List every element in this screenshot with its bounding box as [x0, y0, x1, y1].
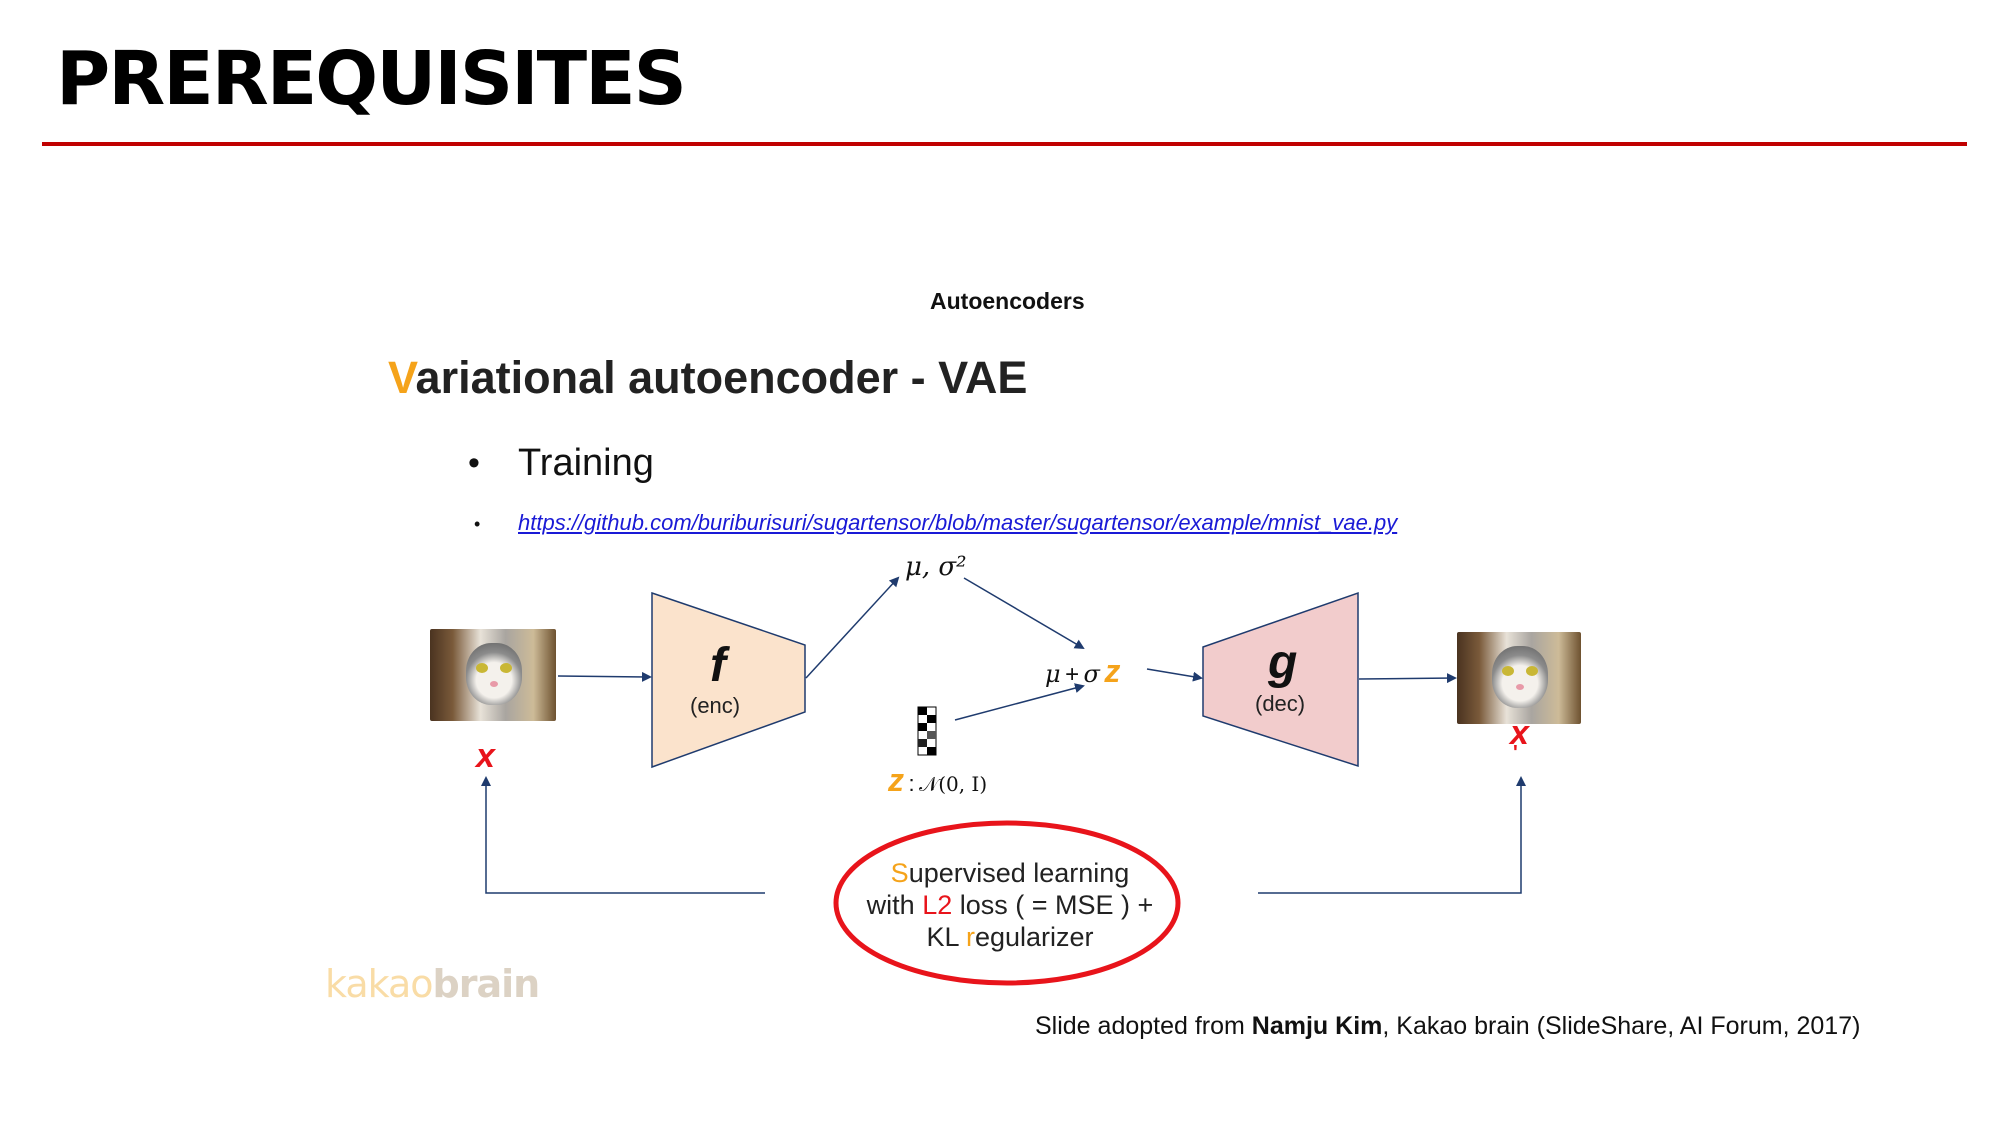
arrow-params-to-sample [963, 577, 1085, 650]
slide-credit: Slide adopted from Namju Kim, Kakao brai… [1035, 1012, 1860, 1041]
cat-eye [500, 663, 512, 673]
cat-face [466, 643, 522, 705]
loss-arrow-to-output [1258, 776, 1526, 894]
loss-description: Supervised learning with L2 loss ( = MSE… [835, 857, 1185, 953]
reparam-label: μ + σ z [1045, 653, 1120, 690]
z-symbol: z [1104, 653, 1121, 689]
noise-label: z : 𝒩(0, I) [888, 762, 987, 799]
output-prime-mark: ' [1513, 742, 1518, 764]
credit-suffix: , Kakao brain (SlideShare, AI Forum, 201… [1382, 1012, 1861, 1040]
loss-line-3-rest: egularizer [974, 922, 1094, 952]
credit-author: Namju Kim [1251, 1012, 1383, 1040]
encoder-letter: f [710, 639, 726, 692]
cat-eye [1526, 666, 1538, 676]
arrow-noise-to-sample [954, 683, 1085, 721]
loss-line-3: KL regularizer [835, 921, 1185, 953]
encoder-sublabel: (enc) [690, 693, 741, 718]
arrow-input-to-encoder [557, 671, 652, 682]
input-x-label: x [476, 737, 495, 775]
loss-line-2-rest: loss ( = MSE ) + [952, 890, 1154, 920]
arrow-decoder-to-output [1358, 673, 1457, 684]
cat-eye [476, 663, 488, 673]
sigma-symbol: σ [1083, 660, 1100, 688]
decoder-letter: g [1268, 636, 1298, 689]
arrow-encoder-to-params [805, 576, 900, 679]
loss-line-3-pre: KL [926, 922, 966, 952]
loss-line-2-pre: with [866, 890, 923, 920]
params-label: μ, σ² [905, 552, 967, 582]
loss-arrow-to-input [481, 776, 765, 894]
vae-diagram [481, 576, 1526, 986]
arrow-sample-to-decoder [1146, 668, 1203, 682]
plus-symbol: + [1065, 661, 1080, 688]
cat-face [1492, 646, 1548, 708]
cat-nose [490, 681, 498, 687]
noise-distribution: 𝒩(0, I) [919, 772, 988, 796]
input-cat-image [430, 629, 556, 721]
loss-accent-s: S [890, 858, 909, 888]
encoder-block [651, 591, 806, 769]
noise-z-symbol: z [888, 762, 904, 798]
logo-part-1: kakao [325, 962, 433, 1006]
output-cat-image [1457, 632, 1581, 724]
cat-nose [1516, 684, 1524, 690]
decoder-sublabel: (dec) [1255, 691, 1306, 716]
kakaobrain-logo: kakaobrain [325, 962, 541, 1006]
loss-l2-accent: L2 [922, 890, 953, 920]
loss-line-1: Supervised learning [835, 857, 1185, 889]
loss-line-2: with L2 loss ( = MSE ) + [835, 889, 1185, 921]
cat-eye [1502, 666, 1514, 676]
loss-line-1-text: upervised learning [908, 858, 1130, 888]
loss-accent-r: r [965, 922, 975, 952]
noise-colon: : [908, 771, 915, 796]
noise-vector-icon [917, 706, 937, 756]
logo-part-2: brain [432, 962, 541, 1006]
mu-symbol: μ [1045, 660, 1061, 688]
credit-prefix: Slide adopted from [1035, 1012, 1252, 1040]
